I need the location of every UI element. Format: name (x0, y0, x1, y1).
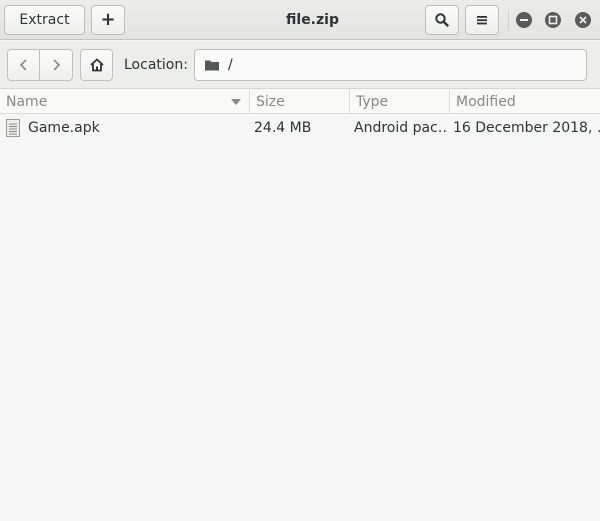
hamburger-menu-icon (475, 13, 489, 27)
document-icon (6, 115, 22, 141)
add-label: + (100, 9, 116, 30)
column-type-label: Type (356, 94, 389, 110)
search-button[interactable] (425, 5, 459, 35)
close-icon (575, 12, 591, 28)
location-label: Location: (124, 57, 188, 73)
chevron-left-icon (18, 58, 30, 72)
maximize-button[interactable] (545, 12, 561, 28)
file-size: 24.4 MB (254, 120, 312, 136)
column-modified-header[interactable]: Modified (450, 90, 600, 114)
navigation-buttons (7, 49, 73, 81)
sort-descending-icon (231, 99, 241, 106)
maximize-icon (545, 12, 561, 28)
menu-button[interactable] (465, 5, 499, 35)
location-bar: Location: / (0, 41, 600, 89)
column-size-header[interactable]: Size (250, 90, 350, 114)
location-path: / (228, 57, 233, 73)
column-name-header[interactable]: Name (0, 90, 250, 114)
header-bar: Extract + file.zip (0, 0, 600, 40)
extract-button[interactable]: Extract (4, 5, 85, 35)
column-type-header[interactable]: Type (350, 90, 450, 114)
file-name: Game.apk (28, 120, 100, 136)
home-button[interactable] (80, 49, 113, 81)
back-button[interactable] (8, 50, 40, 80)
file-list: Game.apk 24.4 MB Android pac… 16 Decembe… (0, 115, 600, 521)
home-icon (89, 57, 105, 73)
column-name-label: Name (6, 94, 48, 110)
folder-icon (204, 58, 220, 72)
minimize-icon (516, 12, 532, 28)
file-type: Android pac… (354, 120, 446, 136)
minimize-button[interactable] (516, 12, 532, 28)
column-modified-label: Modified (456, 94, 516, 110)
header-separator (508, 10, 509, 30)
file-modified: 16 December 2018, … (453, 120, 600, 136)
window-title: file.zip (286, 12, 339, 28)
chevron-right-icon (50, 58, 62, 72)
search-icon (434, 12, 450, 28)
extract-label: Extract (19, 12, 70, 28)
column-header-row: Name Size Type Modified (0, 90, 600, 114)
forward-button[interactable] (40, 50, 72, 80)
add-files-button[interactable]: + (91, 5, 125, 35)
close-button[interactable] (575, 12, 591, 28)
column-size-label: Size (256, 94, 285, 110)
file-row[interactable]: Game.apk 24.4 MB Android pac… 16 Decembe… (0, 115, 600, 141)
location-field[interactable]: / (194, 49, 587, 81)
